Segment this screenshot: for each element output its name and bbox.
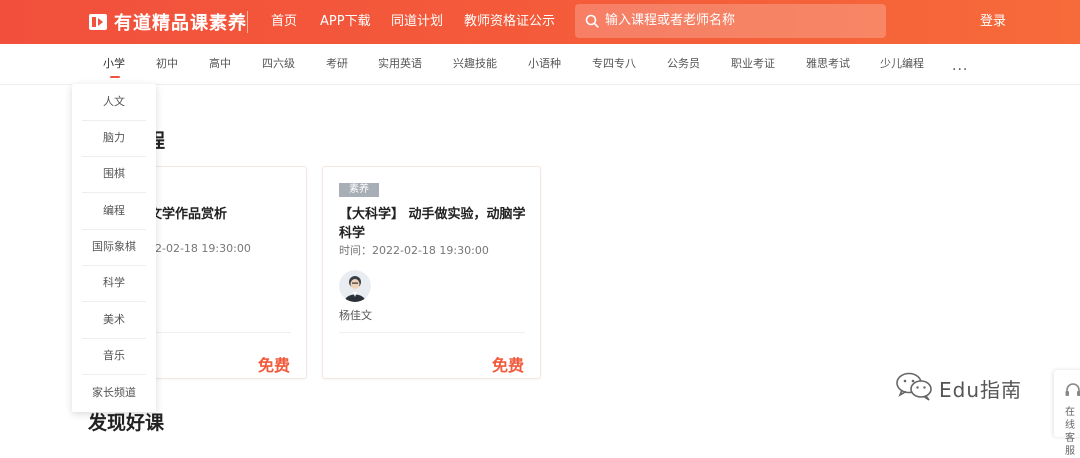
- nav-teacher-cert[interactable]: 教师资格证公示: [464, 0, 555, 44]
- top-header: 有道精品课素养 首页 APP下载 同道计划 教师资格证公示 输入课程或者老师名称…: [0, 0, 1080, 44]
- dropdown-item-parents[interactable]: 家长频道: [82, 375, 146, 411]
- dropdown-item-coding[interactable]: 编程: [82, 193, 146, 230]
- logo-play-icon: [88, 12, 108, 32]
- card-divider: [339, 332, 525, 333]
- course-time: 2-02-18 19:30:00: [155, 242, 251, 255]
- tab-kids-coding[interactable]: 少儿编程: [880, 44, 924, 84]
- search-input[interactable]: 输入课程或者老师名称: [605, 4, 735, 38]
- tab-senior-high[interactable]: 高中: [209, 44, 231, 84]
- tab-practical-english[interactable]: 实用英语: [378, 44, 422, 84]
- login-button[interactable]: 登录: [980, 0, 1006, 44]
- header-divider: [247, 11, 248, 33]
- tab-civil-service[interactable]: 公务员: [667, 44, 700, 84]
- discover-section-title: 发现好课: [88, 412, 165, 434]
- dropdown-item-humanities[interactable]: 人文: [82, 84, 146, 121]
- active-tab-indicator: [110, 76, 120, 78]
- dropdown-item-music[interactable]: 音乐: [82, 338, 146, 375]
- search-icon[interactable]: [585, 13, 599, 32]
- customer-service-widget[interactable]: 在线客服: [1054, 370, 1080, 457]
- course-price: 免费: [491, 356, 524, 375]
- wechat-watermark: Edu指南: [895, 372, 1022, 404]
- subcategory-dropdown: 人文 脑力 围棋 编程 国际象棋 科学 美术 音乐 家长频道: [72, 84, 156, 412]
- logo-text: 有道精品课素养: [114, 13, 247, 34]
- tab-interest-skills[interactable]: 兴趣技能: [453, 44, 497, 84]
- course-time: 时间：2022-02-18 19:30:00: [339, 244, 489, 257]
- site-logo[interactable]: 有道精品课素养: [88, 9, 247, 35]
- tab-primary[interactable]: 小学: [103, 44, 125, 84]
- teacher-name: 杨佳文: [339, 309, 372, 322]
- watermark-text: Edu指南: [939, 377, 1023, 402]
- nav-app-download[interactable]: APP下载: [320, 0, 371, 44]
- customer-service-label: 在线客服: [1065, 407, 1075, 457]
- course-tag: 素养: [339, 183, 379, 197]
- tab-postgrad[interactable]: 考研: [326, 44, 348, 84]
- more-dots-icon[interactable]: ...: [952, 58, 968, 74]
- dropdown-item-brain[interactable]: 脑力: [82, 120, 146, 157]
- dropdown-item-chess[interactable]: 国际象棋: [82, 229, 146, 266]
- tab-tem[interactable]: 专四专八: [592, 44, 636, 84]
- nav-home[interactable]: 首页: [271, 0, 297, 44]
- nav-tongdao-plan[interactable]: 同道计划: [391, 0, 443, 44]
- course-title: 【大科学】 动手做实验，动脑学科学: [339, 207, 526, 241]
- headset-icon: [1064, 382, 1080, 404]
- tab-cet[interactable]: 四六级: [262, 44, 295, 84]
- course-price: 免费: [257, 356, 290, 375]
- category-tabs: 小学 初中 高中 四六级 考研 实用英语 兴趣技能 小语种 专四专八 公务员 职…: [0, 44, 1080, 85]
- tab-junior-high[interactable]: 初中: [156, 44, 178, 84]
- course-card[interactable]: 素养 【大科学】 动手做实验，动脑学科学 时间：2022-02-18 19:30…: [322, 166, 541, 379]
- course-title: 文学作品赏析: [149, 207, 228, 222]
- dropdown-item-art[interactable]: 美术: [82, 302, 146, 339]
- search-box[interactable]: 输入课程或者老师名称: [575, 4, 886, 38]
- tab-ielts[interactable]: 雅思考试: [806, 44, 850, 84]
- dropdown-item-science[interactable]: 科学: [82, 265, 146, 302]
- tab-professional-cert[interactable]: 职业考证: [731, 44, 775, 84]
- dropdown-item-go[interactable]: 围棋: [82, 156, 146, 193]
- teacher-avatar: [339, 270, 371, 302]
- tab-minor-languages[interactable]: 小语种: [528, 44, 561, 84]
- wechat-icon: [895, 371, 933, 405]
